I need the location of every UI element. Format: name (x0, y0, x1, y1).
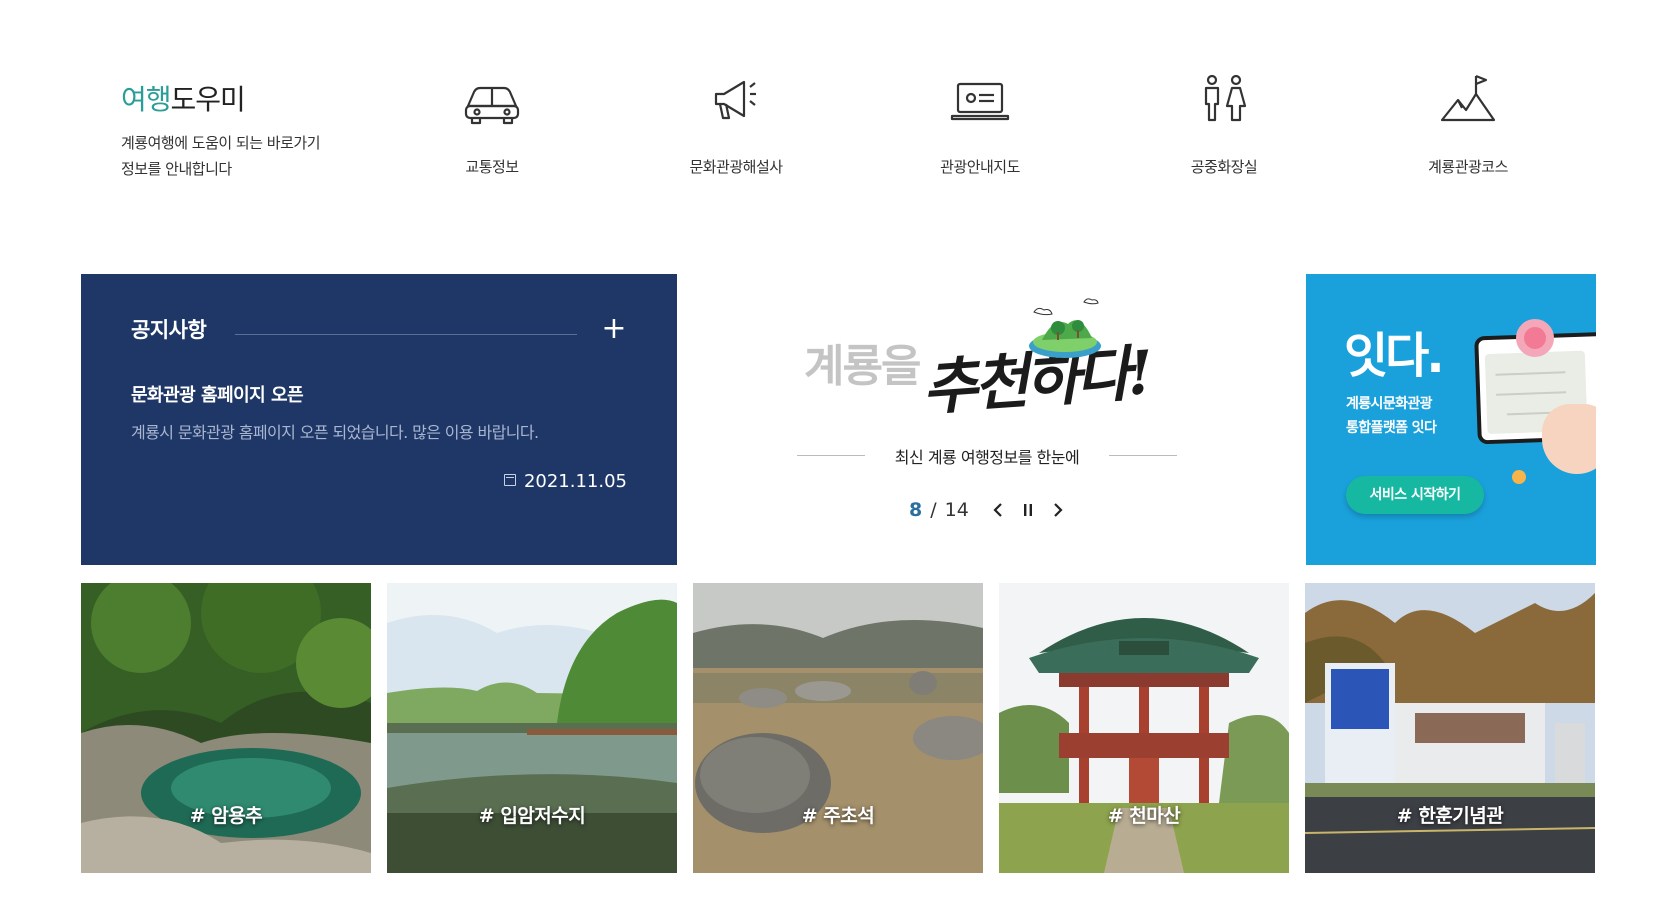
map-laptop-icon (948, 72, 1012, 132)
notice-divider (235, 334, 577, 335)
place-photo (387, 583, 677, 873)
calendar-icon (503, 474, 516, 486)
slider-controls: 8 / 14 (909, 496, 1071, 524)
notice-subject-link[interactable]: 문화관광 홈페이지 오픈 (131, 381, 304, 407)
recommend-prefix: 계룡을 (804, 341, 921, 392)
place-photo (1305, 583, 1595, 873)
recommend-tagline: 최신 계룡 여행정보를 한눈에 (797, 444, 1177, 468)
title-rest: 도우미 (170, 83, 246, 116)
place-card[interactable]: # 천마산 (999, 583, 1289, 873)
notice-date: 2021.11.05 (503, 471, 627, 492)
recommend-banner: 계룡을 추천하다! 최신 계룡 여행정보를 한눈에 8 / 14 (677, 274, 1306, 565)
car-icon (460, 72, 524, 132)
quick-link-guide[interactable]: 문화관광해설사 (656, 72, 816, 177)
place-photo (81, 583, 371, 873)
quick-link-label: 계룡관광코스 (1428, 158, 1508, 176)
quick-link-tour-course[interactable]: 계룡관광코스 (1388, 72, 1548, 177)
megaphone-icon (704, 72, 768, 132)
service-start-button[interactable]: 서비스 시작하기 (1346, 476, 1484, 514)
notice-title: 공지사항 (131, 318, 207, 342)
travel-helper-title: 여행도우미 (121, 78, 246, 118)
quick-link-label: 관광안내지도 (940, 158, 1020, 176)
place-label: # 한훈기념관 (1396, 805, 1504, 827)
platform-line-2: 통합플랫폼 잇다 (1346, 420, 1437, 436)
platform-line-1: 계룡시문화관광 (1346, 396, 1433, 412)
quick-link-label: 공중화장실 (1190, 158, 1258, 176)
notice-date-text: 2021.11.05 (523, 471, 627, 492)
travel-helper-section: 여행도우미 계룡여행에 도움이 되는 바로가기 정보를 안내합니다 교통정보 문… (0, 0, 1672, 240)
place-label: # 천마산 (1107, 805, 1181, 827)
platform-logo: 잇다. (1344, 328, 1445, 384)
quick-link-label: 교통정보 (465, 158, 519, 176)
place-card[interactable]: # 주초석 (693, 583, 983, 873)
place-photo (693, 583, 983, 873)
island-illustration-icon (1029, 298, 1101, 358)
place-label: # 주초석 (801, 805, 875, 827)
location-pin-icon (1516, 319, 1554, 357)
decor-dot (1512, 470, 1526, 484)
travel-helper-description: 계룡여행에 도움이 되는 바로가기 정보를 안내합니다 (121, 130, 321, 182)
quick-link-label: 문화관광해설사 (689, 158, 783, 176)
place-card[interactable]: # 암용추 (81, 583, 371, 873)
place-label: # 입암저수지 (478, 805, 586, 827)
platform-banner[interactable]: 잇다. 계룡시문화관광 통합플랫폼 잇다 서비스 시작하기 (1306, 274, 1596, 565)
place-label: # 암용추 (189, 805, 263, 827)
slide-total: 14 (944, 499, 969, 521)
restroom-icon (1192, 72, 1256, 132)
hand-illustration (1542, 404, 1596, 474)
chevron-right-icon[interactable] (1045, 496, 1071, 524)
place-card[interactable]: # 입암저수지 (387, 583, 677, 873)
title-accent: 여행 (121, 83, 172, 116)
notice-header: 공지사항 + (131, 314, 627, 354)
pause-icon[interactable] (1015, 496, 1041, 524)
quick-link-traffic[interactable]: 교통정보 (412, 72, 572, 177)
description-line-2: 정보를 안내합니다 (121, 160, 232, 178)
description-line-1: 계룡여행에 도움이 되는 바로가기 (121, 134, 321, 152)
quick-link-tour-map[interactable]: 관광안내지도 (900, 72, 1060, 177)
quick-link-restroom[interactable]: 공중화장실 (1144, 72, 1304, 177)
places-gallery: # 암용추 # 입암저수지 # 주초석 # 천마산 # 한훈기념관 (81, 583, 1596, 873)
notice-body: 계룡시 문화관광 홈페이지 오픈 되었습니다. 많은 이용 바랍니다. (131, 423, 539, 442)
place-card[interactable]: # 한훈기념관 (1305, 583, 1595, 873)
mountain-flag-icon (1436, 72, 1500, 132)
slide-current: 8 (909, 499, 923, 521)
place-photo (999, 583, 1289, 873)
plus-icon[interactable]: + (601, 314, 627, 344)
platform-text: 계룡시문화관광 통합플랫폼 잇다 (1346, 392, 1437, 440)
notice-panel: 공지사항 + 문화관광 홈페이지 오픈 계룡시 문화관광 홈페이지 오픈 되었습… (81, 274, 677, 565)
chevron-left-icon[interactable] (985, 496, 1011, 524)
slide-separator: / (930, 499, 937, 521)
